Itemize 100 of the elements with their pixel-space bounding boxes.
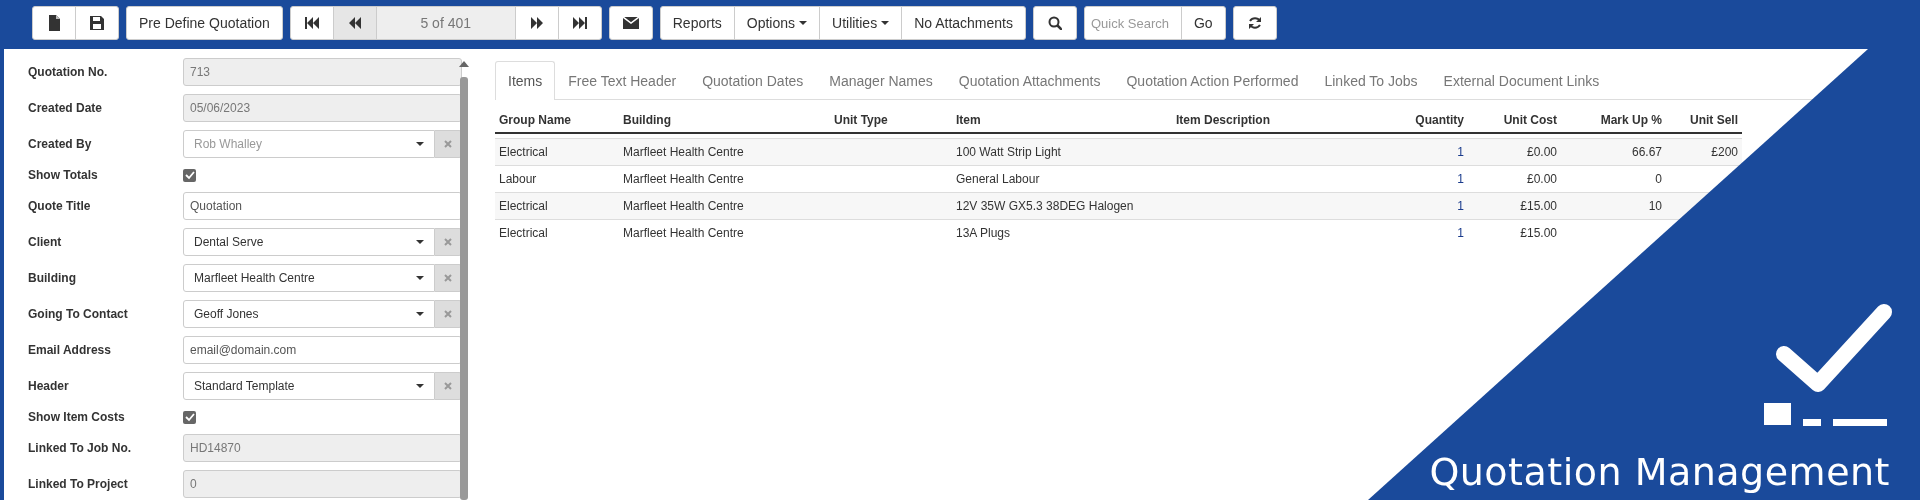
tab[interactable]: Quotation Action Performed bbox=[1113, 61, 1312, 99]
file-button[interactable] bbox=[32, 6, 76, 40]
table-cell: 10 bbox=[1561, 192, 1666, 220]
table-cell: 66.67 bbox=[1561, 138, 1666, 166]
close-icon bbox=[444, 238, 452, 246]
column-header[interactable]: Item Description bbox=[1172, 108, 1372, 133]
envelope-button[interactable] bbox=[608, 6, 653, 40]
table-cell: Electrical bbox=[495, 138, 619, 166]
checklist-icon bbox=[1764, 304, 1892, 426]
table-cell: £200 bbox=[1666, 138, 1742, 166]
field-label: Linked To Job No. bbox=[28, 441, 133, 455]
table-cell: Electrical bbox=[495, 192, 619, 220]
close-icon bbox=[444, 274, 452, 282]
rewind-icon bbox=[348, 17, 361, 29]
table-cell: 1 bbox=[1372, 138, 1468, 166]
column-header[interactable]: Quantity bbox=[1372, 108, 1468, 133]
skip-forward-icon bbox=[572, 17, 587, 29]
field-label: Email Address bbox=[28, 343, 112, 357]
table-cell: Electrical bbox=[495, 219, 619, 246]
caret-icon bbox=[416, 312, 424, 316]
tab[interactable]: Quotation Dates bbox=[689, 61, 817, 99]
refresh-icon bbox=[1247, 16, 1262, 30]
column-header[interactable]: Mark Up % bbox=[1561, 108, 1666, 133]
refresh-button[interactable] bbox=[1232, 6, 1277, 40]
column-header[interactable]: Building bbox=[619, 108, 830, 133]
field-label: Quote Title bbox=[28, 199, 92, 213]
field-label: Show Item Costs bbox=[28, 410, 126, 424]
table-cell: 100 Watt Strip Light bbox=[952, 138, 1172, 166]
fast-forward-icon bbox=[530, 17, 543, 29]
dropdown-button[interactable]: Options bbox=[733, 6, 821, 40]
table-cell: Marfleet Health Centre bbox=[619, 219, 830, 246]
input-field[interactable]: email@domain.com bbox=[183, 336, 462, 364]
column-header[interactable]: Group Name bbox=[495, 108, 619, 133]
caret-icon bbox=[416, 142, 424, 146]
column-header[interactable]: Unit Type bbox=[830, 108, 952, 133]
skip-back-button[interactable] bbox=[289, 6, 334, 40]
tab[interactable]: Linked To Jobs bbox=[1311, 61, 1431, 99]
search-icon bbox=[1048, 16, 1062, 30]
table-cell: Marfleet Health Centre bbox=[619, 138, 830, 166]
dropdown-field[interactable]: Standard Template bbox=[183, 372, 435, 400]
input-field[interactable]: HD14870 bbox=[183, 434, 462, 462]
tab[interactable]: Quotation Attachments bbox=[945, 61, 1114, 99]
column-header[interactable]: Item bbox=[952, 108, 1172, 133]
record-counter: 5 of 401 bbox=[375, 6, 516, 40]
toolbar-button[interactable]: Reports bbox=[659, 6, 735, 40]
dropdown-button[interactable]: Utilities bbox=[819, 6, 903, 40]
table-cell: 1 bbox=[1372, 219, 1468, 246]
tab[interactable]: Manager Names bbox=[816, 61, 946, 99]
column-header[interactable]: Unit Sell bbox=[1666, 108, 1742, 133]
table-cell: £15.00 bbox=[1468, 192, 1561, 220]
check-icon bbox=[184, 412, 195, 422]
field-label: Going To Contact bbox=[28, 307, 129, 321]
caret-icon bbox=[799, 21, 808, 25]
table-cell: £0.00 bbox=[1468, 138, 1561, 166]
save-icon bbox=[90, 16, 104, 30]
check-icon bbox=[184, 170, 195, 180]
field-label: Created By bbox=[28, 137, 93, 151]
dropdown-field[interactable]: Marfleet Health Centre bbox=[183, 264, 435, 292]
save-button[interactable] bbox=[75, 6, 119, 40]
file-icon bbox=[47, 15, 61, 31]
banner-title: Quotation Management bbox=[1429, 450, 1890, 494]
search-button[interactable] bbox=[1033, 6, 1077, 40]
checkbox[interactable] bbox=[183, 410, 196, 424]
input-field[interactable]: Quotation bbox=[183, 192, 462, 220]
dropdown-field[interactable]: Geoff Jones bbox=[183, 300, 435, 328]
caret-icon bbox=[881, 21, 890, 25]
toolbar-button[interactable]: Pre Define Quotation bbox=[126, 6, 283, 40]
toolbar-button[interactable]: No Attachments bbox=[901, 6, 1026, 40]
field-label: Show Totals bbox=[28, 168, 99, 182]
close-icon bbox=[444, 382, 452, 390]
search-field[interactable]: Quick Search bbox=[1084, 6, 1182, 40]
tab[interactable]: Items bbox=[495, 61, 556, 100]
field-label: Quotation No. bbox=[28, 65, 109, 79]
input-field[interactable]: 713 bbox=[183, 58, 462, 86]
fast-forward-button[interactable] bbox=[514, 6, 559, 40]
skip-forward-button[interactable] bbox=[557, 6, 602, 40]
caret-icon bbox=[416, 384, 424, 388]
column-header[interactable]: Unit Cost bbox=[1468, 108, 1561, 133]
caret-icon bbox=[416, 240, 424, 244]
table-cell: 12V 35W GX5.3 38DEG Halogen bbox=[952, 192, 1172, 220]
close-icon bbox=[444, 310, 452, 318]
toolbar-button[interactable]: Go bbox=[1181, 6, 1226, 40]
input-field[interactable]: 0 bbox=[183, 470, 462, 498]
dropdown-field[interactable]: Dental Serve bbox=[183, 228, 435, 256]
table-cell: 1 bbox=[1372, 192, 1468, 220]
scrollbar[interactable] bbox=[458, 59, 470, 500]
field-label: Created Date bbox=[28, 101, 104, 115]
checkbox[interactable] bbox=[183, 168, 196, 182]
field-label: Header bbox=[28, 379, 70, 393]
envelope-icon bbox=[622, 17, 639, 29]
tab[interactable]: External Document Links bbox=[1430, 61, 1613, 99]
close-icon bbox=[444, 140, 452, 148]
field-label: Building bbox=[28, 271, 77, 285]
table-cell: Marfleet Health Centre bbox=[619, 192, 830, 220]
skip-back-icon bbox=[304, 17, 319, 29]
field-label: Linked To Project bbox=[28, 477, 129, 491]
input-field[interactable]: 05/06/2023 bbox=[183, 94, 462, 122]
caret-icon bbox=[416, 276, 424, 280]
tab[interactable]: Free Text Header bbox=[555, 61, 690, 99]
field-label: Client bbox=[28, 235, 63, 249]
